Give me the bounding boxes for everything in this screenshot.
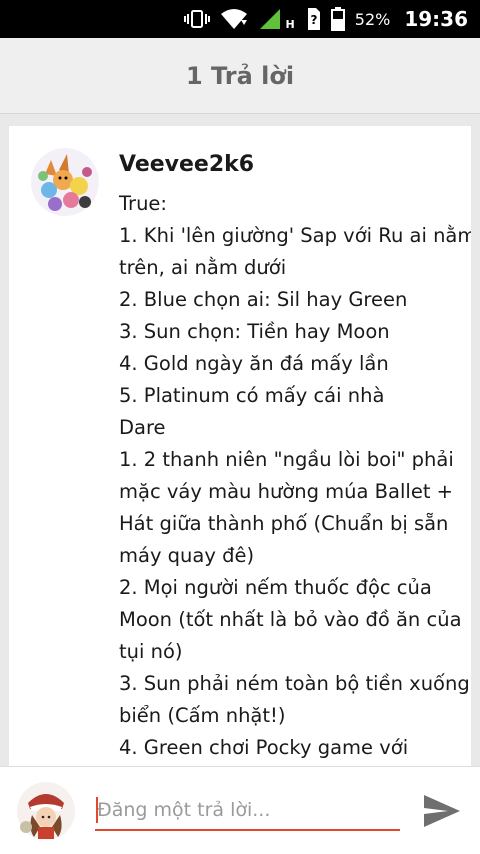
header: 1 Trả lời xyxy=(0,38,480,114)
text-cursor xyxy=(96,797,98,823)
post-line: 3. Sun chọn: Tiền hay Moon xyxy=(119,320,390,343)
trainer-avatar-image xyxy=(17,782,75,840)
post-line: trên, ai nằm dưới xyxy=(119,256,287,279)
status-clock: 19:36 xyxy=(404,7,468,31)
post-line: True: xyxy=(119,192,167,215)
send-icon xyxy=(424,795,460,827)
reply-bar xyxy=(0,766,480,854)
post-line: Dare xyxy=(119,416,166,439)
svg-text:?: ? xyxy=(310,13,317,27)
post-author-name[interactable]: Veevee2k6 xyxy=(119,152,254,177)
send-button[interactable] xyxy=(418,787,466,835)
status-bar: H ? 52% 19:36 xyxy=(0,0,480,38)
post-body: True: 1. Khi 'lên giường' Sap với Ru ai … xyxy=(119,188,471,764)
eevee-avatar-image xyxy=(31,148,99,216)
current-user-avatar xyxy=(16,781,76,841)
post-line: mặc váy màu hường múa Ballet + xyxy=(119,480,454,503)
post-line: Hát giữa thành phố (Chuẩn bị sẵn xyxy=(119,512,449,535)
post-line: 4. Gold ngày ăn đá mấy lần xyxy=(119,352,389,375)
post-line: biển (Cấm nhặt!) xyxy=(119,704,286,727)
battery-icon xyxy=(330,7,345,31)
post-line: 3. Sun phải ném toàn bộ tiền xuống xyxy=(119,672,470,695)
post-line: 2. Mọi người nếm thuốc độc của xyxy=(119,576,432,599)
network-type-icon: H xyxy=(285,17,295,31)
battery-percentage: 52% xyxy=(354,9,391,29)
sim-unknown-icon: ? xyxy=(305,7,321,31)
post-line: 2. Blue chọn ai: Sil hay Green xyxy=(119,288,408,311)
author-avatar[interactable] xyxy=(29,146,101,218)
reply-input[interactable] xyxy=(95,791,400,831)
signal-icon xyxy=(258,8,282,30)
reply-card: Veevee2k6 True: 1. Khi 'lên giường' Sap … xyxy=(9,126,471,766)
post-line: 1. 2 thanh niên "ngầu lòi boi" phải xyxy=(119,448,454,471)
post-line: 1. Khi 'lên giường' Sap với Ru ai nằm xyxy=(119,224,471,247)
wifi-icon xyxy=(220,8,248,30)
post-line: 4. Green chơi Pocky game với xyxy=(119,736,409,759)
post-line: 5. Platinum có mấy cái nhà xyxy=(119,384,385,407)
post-line: Moon (tốt nhất là bỏ vào đồ ăn của xyxy=(119,608,462,631)
post-line: tụi nó) xyxy=(119,640,183,663)
vibrate-icon xyxy=(183,9,210,29)
post-line: máy quay đê) xyxy=(119,544,255,567)
page-title: 1 Trả lời xyxy=(185,61,295,90)
